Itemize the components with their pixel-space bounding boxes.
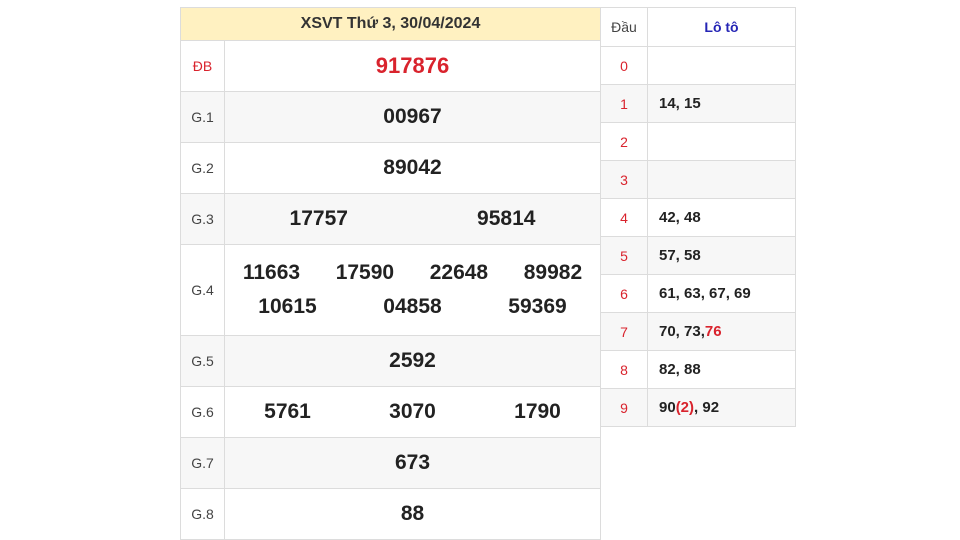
- prize-label: G.6: [181, 387, 225, 437]
- loto-row: 7 70, 73, 76: [601, 313, 795, 351]
- prize-number: 673: [394, 451, 431, 474]
- results-title: XSVT Thứ 3, 30/04/2024: [181, 8, 600, 41]
- loto-header-loto: Lô tô: [704, 19, 739, 35]
- loto-dau: 3: [601, 161, 648, 198]
- prize-number: 11663: [242, 261, 301, 284]
- loto-values: 70, 73, 76: [648, 313, 795, 350]
- loto-value-highlight: (2): [675, 399, 695, 416]
- prize-label: G.3: [181, 194, 225, 244]
- prize-number: 2592: [389, 349, 436, 372]
- loto-row: 8 82, 88: [601, 351, 795, 389]
- loto-dau: 9: [601, 389, 648, 426]
- loto-values: 57, 58: [648, 237, 795, 274]
- loto-values: [648, 161, 795, 198]
- prize-number: 17757: [289, 207, 348, 230]
- prize-row-g1: G.1 00967: [181, 92, 600, 143]
- prize-number: 88: [400, 502, 425, 525]
- prize-row-g6: G.6 5761 3070 1790: [181, 387, 600, 438]
- loto-rows: 0 1 14, 15 2 3 4 42, 48 5 57, 58 6 61, 63, 67, 69 7…: [601, 47, 795, 426]
- prize-number: 917876: [375, 53, 450, 78]
- loto-value: 14, 15: [659, 95, 701, 112]
- prize-label: ĐB: [181, 41, 225, 91]
- loto-row: 2: [601, 123, 795, 161]
- prize-row-g3: G.3 17757 95814: [181, 194, 600, 245]
- loto-dau: 7: [601, 313, 648, 350]
- prize-number: 10615: [258, 295, 317, 318]
- loto-value: 70, 73,: [659, 323, 705, 340]
- loto-dau: 0: [601, 47, 648, 84]
- loto-dau: 6: [601, 275, 648, 312]
- loto-dau: 8: [601, 351, 648, 388]
- loto-value: 90: [659, 399, 676, 416]
- prize-number: 22648: [429, 261, 489, 284]
- loto-dau: 5: [601, 237, 648, 274]
- prize-number: 00967: [383, 105, 442, 128]
- loto-dau: 1: [601, 85, 648, 122]
- prize-number: 5761: [264, 400, 311, 423]
- prize-number: 89042: [383, 156, 442, 179]
- results-table: XSVT Thứ 3, 30/04/2024 ĐB 917876 G.1 009…: [180, 7, 601, 540]
- loto-dau: 4: [601, 199, 648, 236]
- loto-row: 1 14, 15: [601, 85, 795, 123]
- loto-row: 4 42, 48: [601, 199, 795, 237]
- loto-value-highlight: 76: [704, 323, 722, 340]
- prize-label: G.2: [181, 143, 225, 193]
- prize-number: 59369: [508, 295, 567, 318]
- loto-row: 3: [601, 161, 795, 199]
- loto-values: 61, 63, 67, 69: [648, 275, 795, 312]
- loto-values: [648, 47, 795, 84]
- prize-number: 89982: [523, 261, 583, 284]
- loto-value: 61, 63, 67, 69: [659, 285, 751, 302]
- loto-header-dau: Đầu: [601, 8, 648, 46]
- prize-number: 1790: [514, 400, 561, 423]
- loto-dau: 2: [601, 123, 648, 160]
- prize-row-db: ĐB 917876: [181, 41, 600, 92]
- prize-row-g7: G.7 673: [181, 438, 600, 489]
- loto-row: 6 61, 63, 67, 69: [601, 275, 795, 313]
- loto-value: 57, 58: [659, 247, 701, 264]
- prize-label: G.7: [181, 438, 225, 488]
- prize-label: G.8: [181, 489, 225, 539]
- loto-values: [648, 123, 795, 160]
- loto-value: 42, 48: [659, 209, 701, 226]
- prize-number: 04858: [383, 295, 442, 318]
- loto-value: 82, 88: [659, 361, 701, 378]
- prize-row-g2: G.2 89042: [181, 143, 600, 194]
- loto-value: , 92: [694, 399, 720, 416]
- prize-number: 17590: [335, 261, 395, 284]
- prize-row-g8: G.8 88: [181, 489, 600, 539]
- prize-row-g5: G.5 2592: [181, 336, 600, 387]
- prize-label: G.1: [181, 92, 225, 142]
- prize-number: 3070: [389, 400, 436, 423]
- loto-row: 0: [601, 47, 795, 85]
- loto-row: 9 90 (2), 92: [601, 389, 795, 426]
- loto-values: 90 (2), 92: [648, 389, 795, 426]
- loto-values: 42, 48: [648, 199, 795, 236]
- prize-label: G.5: [181, 336, 225, 386]
- prize-row-g4: G.4 11663 17590 22648 89982 10615 04858 …: [181, 245, 600, 336]
- prize-label: G.4: [181, 245, 225, 335]
- loto-values: 14, 15: [648, 85, 795, 122]
- loto-values: 82, 88: [648, 351, 795, 388]
- loto-header-row: Đầu Lô tô: [601, 8, 795, 47]
- loto-table: Đầu Lô tô 0 1 14, 15 2 3 4 42, 48 5 57, 58 6 61, 6…: [601, 7, 796, 427]
- loto-row: 5 57, 58: [601, 237, 795, 275]
- prize-number: 95814: [477, 207, 536, 230]
